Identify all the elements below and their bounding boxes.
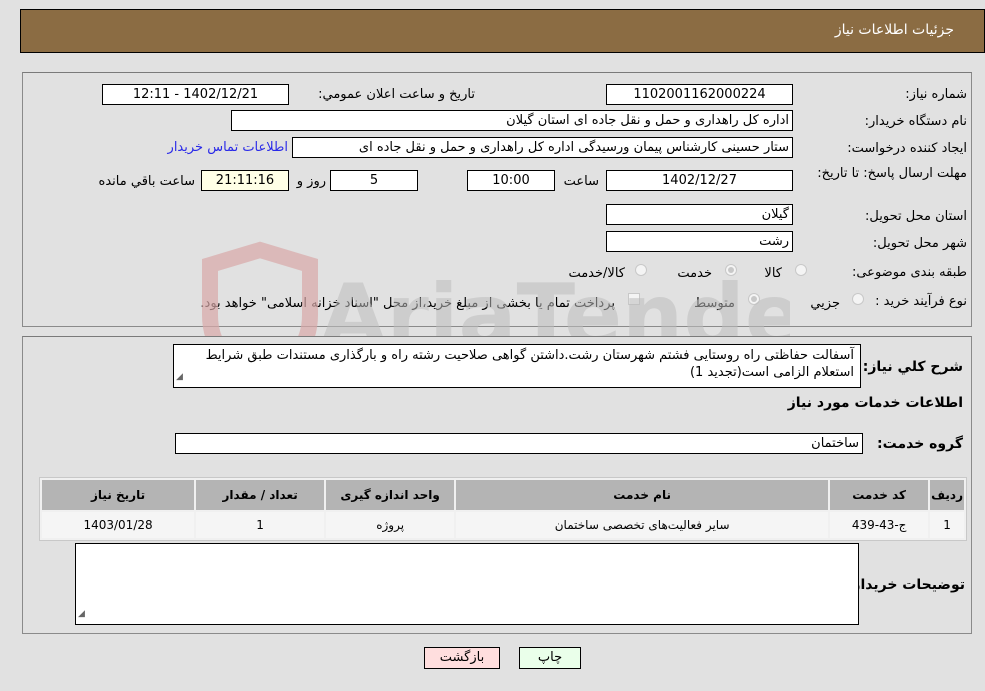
print-button[interactable]: چاپ [519, 647, 581, 669]
cell-service-code: ج-43-439 [830, 512, 929, 538]
need-number-label: شماره نیاز: [905, 87, 967, 102]
buyer-notes-textarea[interactable]: ◢ [75, 543, 859, 625]
services-panel: شرح کلي نیاز: آسفالت حفاظتی راه روستایی … [22, 336, 972, 634]
cell-service-name: سایر فعالیت‌های تخصصی ساختمان [456, 512, 829, 538]
cell-row-number: 1 [930, 512, 964, 538]
remaining-time-label: ساعت باقي مانده [98, 174, 195, 189]
buyer-org-field: اداره کل راهداری و حمل و نقل جاده ای است… [231, 110, 793, 131]
resize-grip-icon[interactable]: ◢ [78, 606, 85, 623]
days-label: روز و [296, 174, 326, 189]
category-radio-service[interactable] [725, 264, 737, 276]
need-number-field: 1102001162000224 [606, 84, 793, 105]
deadline-time-label: ساعت [563, 174, 599, 189]
buyer-org-label: نام دستگاه خریدار: [864, 114, 967, 129]
province-field: گیلان [606, 204, 793, 225]
col-unit: واحد اندازه گیری [326, 480, 455, 510]
treasury-checkbox[interactable] [628, 293, 640, 305]
page-title: جزئیات اطلاعات نیاز [834, 22, 954, 38]
requester-field: ستار حسینی کارشناس پیمان ورسیدگی اداره ک… [292, 137, 793, 158]
cell-quantity: 1 [196, 512, 325, 538]
resize-grip-icon[interactable]: ◢ [176, 369, 183, 386]
services-table: ردیف کد خدمت نام خدمت واحد اندازه گیری ت… [39, 477, 967, 541]
table-header-row: ردیف کد خدمت نام خدمت واحد اندازه گیری ت… [42, 480, 964, 510]
process-radio-minor[interactable] [852, 293, 864, 305]
description-label: شرح کلي نیاز: [862, 359, 963, 375]
category-option-goods: کالا [764, 266, 782, 281]
city-label: شهر محل تحویل: [872, 236, 967, 251]
col-quantity: تعداد / مقدار [196, 480, 325, 510]
category-option-goods-service: کالا/خدمت [568, 266, 625, 281]
page-header: جزئیات اطلاعات نیاز [20, 9, 985, 53]
requester-label: ایجاد کننده درخواست: [847, 141, 967, 156]
process-option-minor: جزيي [810, 296, 840, 311]
process-type-label: نوع فرآیند خرید : [875, 294, 967, 309]
cell-need-date: 1403/01/28 [42, 512, 195, 538]
description-textarea[interactable]: آسفالت حفاظتی راه روستایی فشتم شهرستان ر… [173, 344, 861, 388]
deadline-date-field: 1402/12/27 [606, 170, 793, 191]
service-group-label: گروه خدمت: [877, 436, 963, 452]
category-label: طبقه بندی موضوعی: [851, 265, 967, 280]
category-option-service: خدمت [677, 266, 712, 281]
announce-date-label: تاریخ و ساعت اعلان عمومي: [318, 87, 475, 102]
buyer-contact-link[interactable]: اطلاعات تماس خریدار [168, 140, 288, 155]
category-radio-goods[interactable] [795, 264, 807, 276]
deadline-label: مهلت ارسال پاسخ: تا تاریخ: [817, 166, 967, 181]
treasury-checkbox-label: پرداخت تمام یا بخشی از مبلغ خرید،از محل … [200, 296, 615, 311]
col-row-number: ردیف [930, 480, 964, 510]
buyer-notes-label: توضیحات خریدار: [846, 577, 965, 593]
table-row: 1 ج-43-439 سایر فعالیت‌های تخصصی ساختمان… [42, 512, 964, 538]
col-need-date: تاریخ نیاز [42, 480, 195, 510]
cell-unit: پروژه [326, 512, 455, 538]
city-field: رشت [606, 231, 793, 252]
services-section-title: اطلاعات خدمات مورد نیاز [787, 395, 963, 411]
back-button[interactable]: بازگشت [424, 647, 500, 669]
col-service-code: کد خدمت [830, 480, 929, 510]
col-service-name: نام خدمت [456, 480, 829, 510]
days-remaining-field: 5 [330, 170, 418, 191]
process-option-medium: متوسط [694, 296, 735, 311]
process-radio-medium[interactable] [748, 293, 760, 305]
description-text: آسفالت حفاظتی راه روستایی فشتم شهرستان ر… [205, 348, 854, 380]
category-radio-goods-service[interactable] [635, 264, 647, 276]
remaining-time-field: 21:11:16 [201, 170, 289, 191]
announce-date-field: 1402/12/21 - 12:11 [102, 84, 289, 105]
deadline-time-field: 10:00 [467, 170, 555, 191]
service-group-field: ساختمان [175, 433, 863, 454]
province-label: استان محل تحویل: [865, 209, 967, 224]
